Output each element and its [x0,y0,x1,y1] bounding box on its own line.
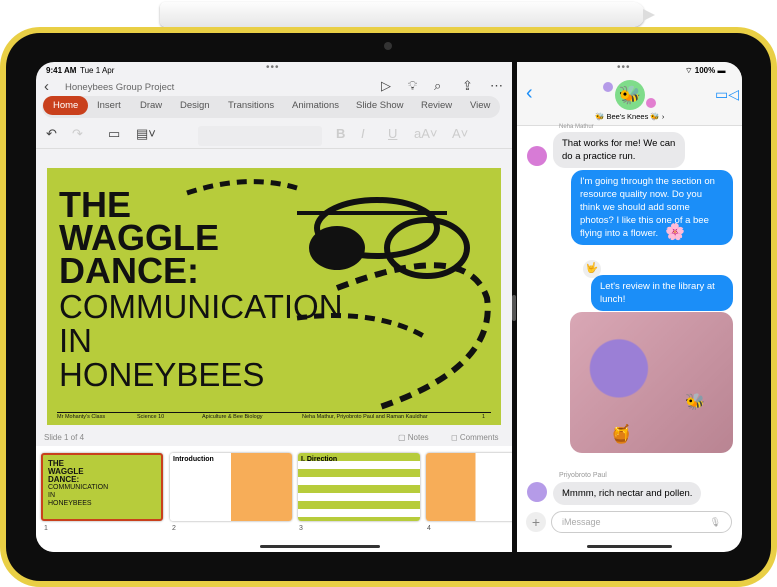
bee-flower-photo[interactable]: 🐝 🍯 [570,312,733,453]
font-color-icon[interactable]: A˅ [452,126,468,141]
message-bubble[interactable]: I'm going through the section on resourc… [571,170,733,245]
tab-design[interactable]: Design [180,100,210,111]
back-icon[interactable]: ‹ [44,78,49,95]
slide-thumbnail-2[interactable]: Introduction [170,453,292,521]
redo-icon[interactable]: ↷ [72,126,83,142]
slide-thumbnail-4[interactable] [426,453,512,521]
battery-percent: 100% [694,66,716,75]
tab-insert[interactable]: Insert [97,100,121,111]
home-indicator [260,545,380,548]
message-bubble[interactable]: Mmmm, rich nectar and pollen. [553,482,702,505]
plus-button[interactable]: + [526,512,546,532]
layout-icon[interactable]: ▤˅ [136,126,156,142]
member-avatar [646,98,656,108]
apple-pencil [160,2,655,27]
thumb-number: 4 [427,525,431,532]
back-icon[interactable]: ‹ [526,82,533,105]
tab-animations[interactable]: Animations [292,100,339,111]
footer-subject: Science 10 [137,414,165,420]
status-time: 9:41 AM [46,66,77,75]
microphone-icon[interactable]: 🎙︎ [710,517,721,528]
font-name-field[interactable] [198,126,322,146]
flower-tapback-sticker: 🌸 [665,224,685,241]
tab-transitions[interactable]: Transitions [228,100,274,111]
tab-review[interactable]: Review [421,100,452,111]
message-input[interactable]: iMessage 🎙︎ [551,511,732,533]
slide-counter: Slide 1 of 4 [44,433,85,442]
thumb-number: 1 [44,525,48,532]
subtitle-line: IN [59,322,92,359]
footer-class: Mr Mohanty's Class [57,414,106,420]
tab-draw[interactable]: Draw [140,100,162,111]
message-bubble[interactable]: Let's review in the library at lunch! [591,275,733,311]
notes-button[interactable]: ▢ Notes [398,433,429,442]
honey-sticker: 🍯 [610,424,633,444]
battery-status: ⌔ 100% ▬ [685,66,726,75]
footer-authors: Neha Mathur, Priyobroto Paul and Raman K… [302,414,428,420]
comments-label: Comments [459,433,499,442]
sender-name: Neha Mathur [559,124,594,130]
split-view-divider-handle[interactable] [512,295,516,321]
subtitle-line: COMMUNICATION [59,288,343,325]
comments-button[interactable]: ◻ Comments [451,433,499,442]
slide-footer: Mr Mohanty's Class Science 10 Apiculture… [57,414,491,420]
share-icon[interactable]: ⇪ [462,78,473,94]
messages-app: ••• ⌔ 100% ▬ ‹ 🐝 🐝 Bee's Knees 🐝 › ▭◁ Ne… [517,62,742,552]
input-placeholder: iMessage [562,517,601,527]
tab-slide-show[interactable]: Slide Show [356,100,404,111]
subtitle-line: HONEYBEES [59,356,265,393]
priyobroto-avatar [527,482,547,502]
home-indicator [587,545,672,548]
underline-icon[interactable]: U [388,126,397,141]
title-line: DANCE: [59,250,199,291]
camera [384,42,392,50]
footer-topic: Apiculture & Bee Biology [202,414,263,420]
thumb-title: I. Direction [301,456,338,463]
more-icon[interactable]: ⋯ [490,78,503,94]
thumb-number: 2 [172,525,176,532]
footer-page: 1 [482,414,486,420]
sender-name: Priyobroto Paul [559,472,607,479]
search-icon[interactable]: ⌕ [434,78,441,94]
group-avatar[interactable]: 🐝 [615,80,645,110]
neha-avatar [527,146,547,166]
undo-icon[interactable]: ↶ [46,126,57,142]
font-size-icon[interactable]: aA˅ [414,126,438,141]
video-call-icon[interactable]: ▭◁ [715,86,739,103]
slide-thumbnail-1[interactable]: THE WAGGLE DANCE: COMMUNICATION IN HONEYBEES [41,453,163,521]
thumb-title: Introduction [173,456,214,463]
new-slide-icon[interactable]: ▭ [108,126,120,142]
play-icon[interactable]: ▷ [381,78,391,94]
slide-canvas[interactable]: THE WAGGLE DANCE: COMMUNICATION IN HONEY… [47,168,501,425]
bee-in-photo: 🐝 [685,394,705,411]
multitask-dots[interactable]: ••• [266,62,280,73]
multitask-dots[interactable]: ••• [617,62,631,73]
lightbulb-icon[interactable]: 💡︎ [408,78,417,94]
thumb-number: 3 [299,525,303,532]
message-bubble[interactable]: That works for me! We can do a practice … [553,132,685,168]
document-title: Honeybees Group Project [65,82,175,93]
member-avatar [603,82,613,92]
bold-icon[interactable]: B [336,126,345,141]
divider [36,148,512,149]
tab-view[interactable]: View [470,100,490,111]
group-name[interactable]: 🐝 Bee's Knees 🐝 › [595,112,664,121]
tab-home[interactable]: Home [43,96,89,115]
italic-icon[interactable]: I [361,126,365,141]
slide-thumbnail-3[interactable]: I. Direction [298,453,420,521]
group-name-label: Bee's Knees [606,112,649,121]
powerpoint-app: 9:41 AM Tue 1 Apr ••• ‹ Honeybees Group … [36,62,512,552]
status-date: Tue 1 Apr [80,66,115,75]
notes-label: Notes [407,433,429,442]
